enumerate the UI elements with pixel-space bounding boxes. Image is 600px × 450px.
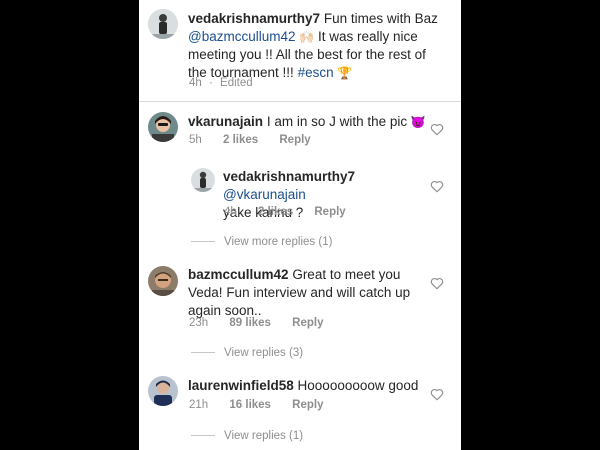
- avatar-photo-icon: [148, 9, 178, 39]
- caption-text-1: Fun times with Baz: [323, 11, 438, 26]
- reply-button[interactable]: Reply: [314, 206, 345, 218]
- reply-button[interactable]: Reply: [279, 134, 310, 146]
- comments-panel: vedakrishnamurthy7 Fun times with Baz @b…: [139, 0, 461, 450]
- caption-username[interactable]: vedakrishnamurthy7: [188, 11, 320, 26]
- comment-meta: 21h 16 likes Reply: [189, 399, 342, 411]
- view-more-replies-link[interactable]: View more replies (1): [191, 236, 332, 248]
- heart-icon[interactable]: [430, 180, 444, 193]
- trophy-emoji: 🏆: [337, 66, 353, 80]
- avatar-photo-icon: [148, 112, 178, 142]
- caption-mention[interactable]: @bazmccullum42: [188, 29, 296, 44]
- reply-username[interactable]: vedakrishnamurthy7: [223, 169, 355, 184]
- comment-username[interactable]: vkarunajain: [188, 114, 263, 129]
- caption-text: vedakrishnamurthy7 Fun times with Baz @b…: [188, 10, 443, 82]
- reply-button[interactable]: Reply: [292, 399, 323, 411]
- comment-likes[interactable]: 2 likes: [223, 134, 258, 146]
- comment-text: vkarunajain I am in so J with the pic 😈: [188, 113, 428, 131]
- avatar-photo-icon: [191, 168, 215, 192]
- heart-icon[interactable]: [430, 388, 444, 401]
- heart-icon[interactable]: [430, 123, 444, 136]
- avatar-photo-icon: [148, 376, 178, 406]
- view-replies-link[interactable]: View replies (3): [191, 347, 303, 359]
- comment-likes[interactable]: 89 likes: [229, 317, 271, 329]
- avatar-photo-icon: [148, 266, 178, 296]
- caption-avatar[interactable]: [148, 9, 178, 39]
- view-replies-link[interactable]: View replies (1): [191, 430, 303, 442]
- comment-text: bazmccullum42 Great to meet you Veda! Fu…: [188, 266, 423, 320]
- reply-meta: 4h 2 likes Reply: [224, 206, 364, 218]
- comment-username[interactable]: bazmccullum42: [188, 267, 289, 282]
- caption-divider: [139, 101, 461, 102]
- replies-line: [191, 241, 215, 243]
- caption-hashtag[interactable]: #escn: [298, 65, 334, 80]
- caption-meta: 4h · Edited: [189, 77, 253, 89]
- comment-avatar[interactable]: [148, 266, 178, 296]
- comment-meta: 23h 89 likes Reply: [189, 317, 342, 329]
- comment-avatar[interactable]: [148, 112, 178, 142]
- comment-likes[interactable]: 16 likes: [229, 399, 271, 411]
- replies-line: [191, 435, 215, 437]
- comment-time: 5h: [189, 134, 202, 146]
- raised-hands-emoji: 🙌🏻: [299, 30, 315, 44]
- reply-mention[interactable]: @vkarunajain: [223, 187, 306, 202]
- reply-time: 4h: [224, 206, 237, 218]
- comment-body: Hooooooooow good: [297, 378, 419, 393]
- replies-line: [191, 352, 215, 354]
- comment-meta: 5h 2 likes Reply: [189, 134, 329, 146]
- comment-time: 23h: [189, 317, 209, 329]
- devil-emoji: 😈: [410, 115, 426, 129]
- comment-time: 21h: [189, 399, 209, 411]
- heart-icon[interactable]: [430, 277, 444, 290]
- reply-avatar[interactable]: [191, 168, 215, 192]
- comment-avatar[interactable]: [148, 376, 178, 406]
- reply-button[interactable]: Reply: [292, 317, 323, 329]
- caption-time: 4h: [189, 77, 202, 89]
- reply-likes[interactable]: 2 likes: [258, 206, 293, 218]
- comment-body: I am in so J with the pic: [266, 114, 408, 129]
- comment-username[interactable]: laurenwinfield58: [188, 378, 294, 393]
- comment-text: laurenwinfield58 Hooooooooow good: [188, 377, 428, 395]
- caption-edited: Edited: [220, 77, 253, 89]
